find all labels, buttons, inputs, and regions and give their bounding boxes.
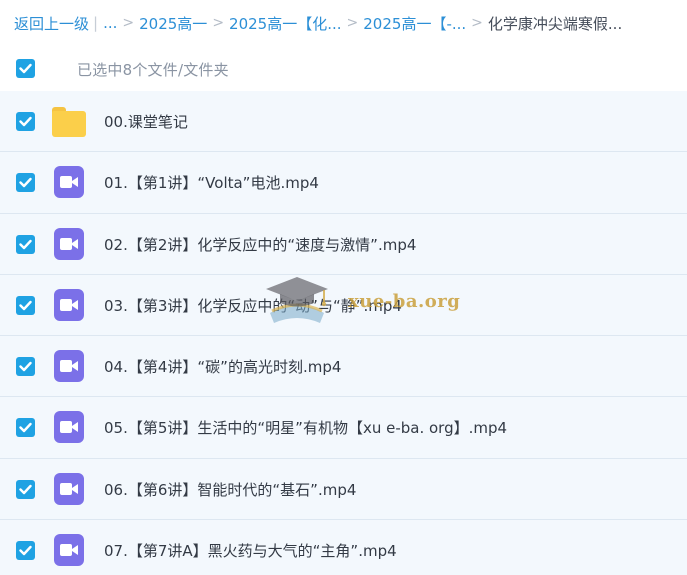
selection-bar: 已选中8个文件/文件夹 [0, 50, 687, 90]
file-name[interactable]: 00.课堂笔记 [104, 111, 188, 132]
back-link[interactable]: 返回上一级 [14, 13, 89, 34]
breadcrumb-divider: | [93, 14, 99, 32]
row-checkbox[interactable] [16, 418, 35, 438]
check-icon [19, 63, 32, 74]
file-name[interactable]: 07.【第7讲A】黑火药与大气的“主角”.mp4 [104, 540, 397, 561]
file-name[interactable]: 04.【第4讲】“碳”的高光时刻.mp4 [104, 356, 341, 377]
check-icon [19, 361, 32, 372]
check-icon [19, 239, 32, 249]
video-file-icon [54, 534, 84, 567]
list-item[interactable]: 00.课堂笔记 [0, 91, 687, 153]
check-icon [19, 545, 32, 556]
file-name[interactable]: 01.【第1讲】“Volta”电池.mp4 [104, 172, 319, 193]
check-icon [19, 178, 32, 188]
check-icon [19, 423, 32, 433]
chevron-right-icon: > [122, 15, 135, 31]
row-checkbox[interactable] [16, 479, 35, 499]
video-file-icon [54, 472, 84, 505]
list-item[interactable]: 01.【第1讲】“Volta”电池.mp4 [0, 152, 687, 214]
chevron-right-icon: > [212, 15, 225, 31]
check-icon [19, 116, 32, 127]
video-file-icon [54, 166, 84, 199]
file-name[interactable]: 06.【第6讲】智能时代的“基石”.mp4 [104, 479, 356, 500]
breadcrumb-current: 化学康冲尖端寒假... [487, 14, 623, 33]
list-item[interactable]: 07.【第7讲A】黑火药与大气的“主角”.mp4 [0, 520, 687, 575]
check-icon [19, 300, 32, 311]
file-name[interactable]: 02.【第2讲】化学反应中的“速度与激情”.mp4 [104, 234, 416, 255]
chevron-right-icon: > [346, 15, 359, 31]
folder-icon [52, 105, 86, 137]
list-item[interactable]: 02.【第2讲】化学反应中的“速度与激情”.mp4 [0, 213, 687, 275]
file-name[interactable]: 03.【第3讲】化学反应中的“动”与“静”.mp4 [104, 295, 402, 316]
video-file-icon [54, 411, 84, 444]
video-file-icon [54, 350, 84, 383]
row-checkbox[interactable] [16, 112, 35, 131]
video-file-icon [54, 288, 84, 321]
breadcrumb-item-1[interactable]: 2025高一 [139, 13, 207, 34]
check-icon [19, 484, 32, 494]
row-checkbox[interactable] [16, 173, 35, 193]
chevron-right-icon: > [471, 15, 483, 31]
row-checkbox[interactable] [16, 357, 35, 377]
row-checkbox[interactable] [16, 234, 35, 254]
file-browser: 返回上一级 | ... > 2025高一 > 2025高一【化... > 202… [0, 0, 687, 575]
selection-count-text: 已选中8个文件/文件夹 [77, 61, 229, 79]
breadcrumb-ellipsis[interactable]: ... [103, 14, 117, 32]
video-file-icon [54, 227, 84, 260]
breadcrumb: 返回上一级 | ... > 2025高一 > 2025高一【化... > 202… [14, 12, 622, 34]
list-item[interactable]: 03.【第3讲】化学反应中的“动”与“静”.mp4 [0, 274, 687, 337]
breadcrumb-item-3[interactable]: 2025高一【-... [363, 13, 466, 34]
file-name[interactable]: 05.【第5讲】生活中的“明星”有机物【xu e-ba. org】.mp4 [104, 417, 507, 438]
row-checkbox[interactable] [16, 295, 35, 315]
list-item[interactable]: 06.【第6讲】智能时代的“基石”.mp4 [0, 458, 687, 521]
list-item[interactable]: 04.【第4讲】“碳”的高光时刻.mp4 [0, 336, 687, 398]
file-list: 00.课堂笔记 01.【第1讲】“Volta”电池.mp4 02.【第2讲】化学… [0, 91, 687, 575]
breadcrumb-item-2[interactable]: 2025高一【化... [229, 13, 341, 34]
row-checkbox[interactable] [16, 541, 35, 561]
list-item[interactable]: 05.【第5讲】生活中的“明星”有机物【xu e-ba. org】.mp4 [0, 397, 687, 459]
select-all-checkbox[interactable] [16, 59, 35, 78]
